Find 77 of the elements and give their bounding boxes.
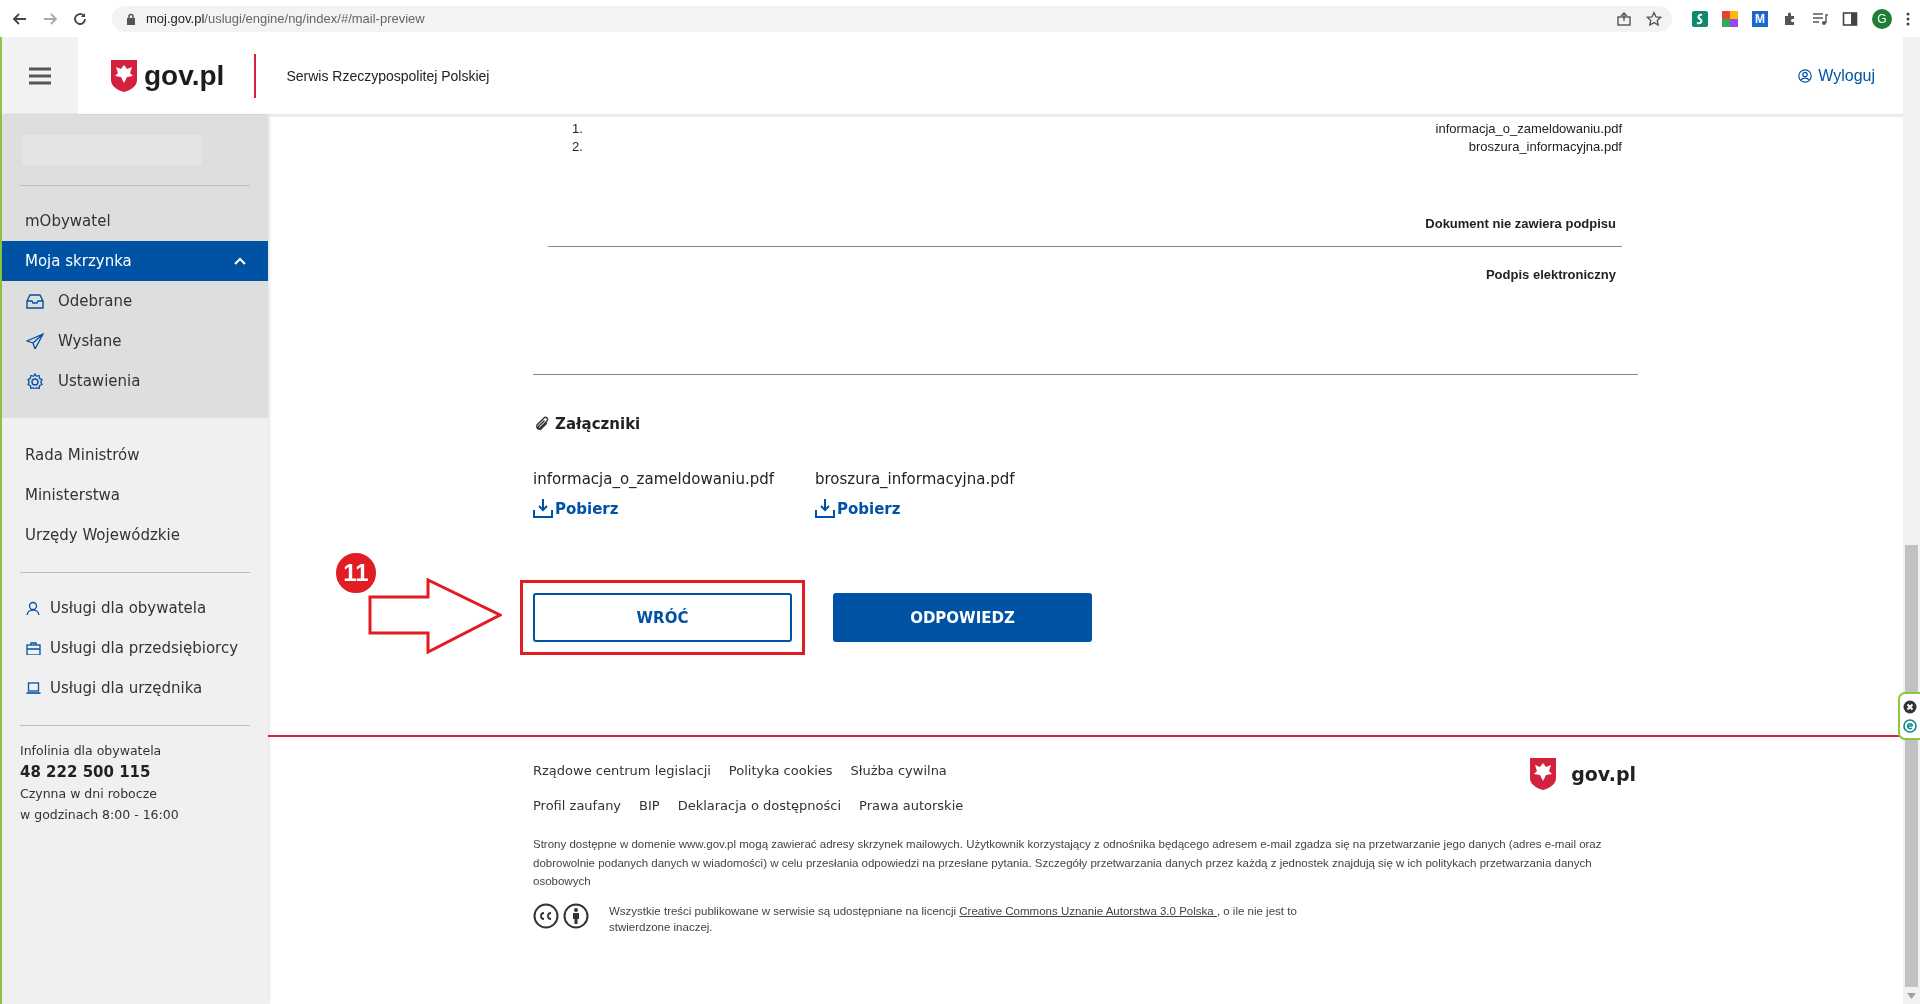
attachments-title: Załączniki bbox=[555, 415, 641, 433]
logo-text[interactable]: gov.pl bbox=[144, 59, 225, 92]
download-link[interactable]: Pobierz bbox=[815, 498, 901, 518]
helpline-phone: 48 222 500 115 bbox=[19, 762, 152, 783]
file-name: broszura_informacyjna.pdf bbox=[815, 469, 1016, 490]
side-panel-icon[interactable] bbox=[1842, 10, 1858, 27]
step-badge: 11 bbox=[334, 551, 378, 595]
sidebar-item[interactable]: mObywatel bbox=[2, 201, 268, 241]
person-icon bbox=[26, 601, 42, 615]
forward-icon bbox=[42, 10, 58, 27]
playlist-icon[interactable] bbox=[1812, 10, 1828, 27]
sidebar-subitem[interactable]: Wysłane bbox=[2, 321, 268, 361]
sidebar-link[interactable]: Ministerstwa bbox=[2, 475, 268, 515]
close-icon[interactable] bbox=[1903, 699, 1917, 714]
download-icon bbox=[533, 498, 553, 518]
inbox-icon bbox=[26, 293, 44, 309]
footer-link[interactable]: Deklaracja o dostępności bbox=[677, 798, 842, 813]
extension-icon[interactable] bbox=[1692, 10, 1708, 27]
download-icon bbox=[815, 498, 835, 518]
helpline-hours: Czynna w dni robocze bbox=[19, 785, 158, 803]
list-number: 2. bbox=[572, 138, 583, 156]
paperclip-icon bbox=[533, 415, 551, 433]
license-text: Wszystkie treści publikowane w serwisie są udostępniane na licencji Creative Commons Uznanie Autorstwa 3.0 Polska , o ile nie jest to stwierdzone inaczej. bbox=[609, 903, 1298, 935]
circle-logo-icon[interactable] bbox=[1903, 718, 1917, 733]
settings-icon bbox=[26, 373, 44, 389]
emblem-icon bbox=[1529, 757, 1558, 791]
file-name: informacja_o_zameldowaniu.pdf bbox=[533, 469, 776, 490]
emblem-icon bbox=[110, 58, 138, 93]
signature-status: Dokument nie zawiera podpisu bbox=[548, 215, 1622, 247]
address-bar[interactable]: moj.gov.pl/uslugi/engine/ng/index/#/mail-preview bbox=[112, 5, 1672, 32]
footer-link[interactable]: Profil zaufany bbox=[533, 798, 622, 813]
lock-icon bbox=[126, 12, 136, 25]
footer-link[interactable]: Prawa autorskie bbox=[859, 798, 964, 813]
footer-link[interactable]: Służba cywilna bbox=[850, 763, 947, 778]
paper-plane-icon bbox=[26, 333, 44, 349]
footer-link[interactable]: Rządowe centrum legislacji bbox=[533, 763, 711, 778]
extension-widget[interactable] bbox=[1898, 692, 1920, 740]
briefcase-icon bbox=[26, 641, 42, 655]
sidebar-link[interactable]: Usługi dla obywatela bbox=[2, 588, 268, 628]
extension-icon[interactable] bbox=[1722, 10, 1738, 27]
profile-avatar[interactable]: G bbox=[1872, 8, 1892, 29]
footer-link[interactable]: BIP bbox=[639, 798, 660, 813]
sidebar-subitem[interactable]: Odebrane bbox=[2, 281, 268, 321]
list-number: 1. bbox=[572, 120, 583, 138]
sidebar-item[interactable]: Moja skrzynka bbox=[2, 241, 268, 281]
helpline-title: Infolinia dla obywatela bbox=[19, 742, 163, 760]
footer-link[interactable]: Polityka cookies bbox=[728, 763, 833, 778]
license-link[interactable]: Creative Commons Uznanie Autorstwa 3.0 Polska bbox=[959, 904, 1217, 917]
disclaimer-text: Strony dostępne w domenie www.gov.pl mogą zawierać adresy skrzynek mailowych. Użytkownik korzystający z odnośnika będącego adresem e-mail zgadza się na przetwarzanie jego danych (adres e-mail oraz dobrowolnie podanych danych w wiadomości) w celu przesłania odpowiedzi na przesłane pytania. Szczegóły przetwarzania danych przez każdą z jednostek znajdują się w ich politykach przetwarzania danych osobowych bbox=[533, 837, 1603, 889]
signature-heading: Podpis elektroniczny bbox=[1484, 266, 1617, 284]
attribution-icon bbox=[563, 902, 589, 929]
license-icon bbox=[533, 902, 559, 929]
sidebar-link[interactable]: Usługi dla urzędnika bbox=[2, 668, 268, 708]
reply-button[interactable]: ODPOWIEDZ bbox=[833, 593, 1092, 642]
arrow-icon bbox=[368, 578, 502, 654]
more-icon[interactable] bbox=[1906, 10, 1910, 27]
sidebar-link[interactable]: Rada Ministrów bbox=[2, 435, 268, 475]
attachment-name: informacja_o_zameldowaniu.pdf bbox=[1435, 120, 1622, 138]
star-icon[interactable] bbox=[1646, 10, 1662, 27]
sidebar-link[interactable]: Urzędy Wojewódzkie bbox=[2, 515, 268, 555]
download-link[interactable]: Pobierz bbox=[533, 498, 619, 518]
menu-icon[interactable] bbox=[29, 66, 51, 85]
extension-button[interactable]: M bbox=[1752, 10, 1768, 27]
url-text: moj.gov.pl/uslugi/engine/ng/index/#/mail-preview bbox=[146, 11, 426, 26]
back-icon[interactable] bbox=[12, 10, 28, 27]
logout-link[interactable]: Wyloguj bbox=[1798, 66, 1875, 85]
laptop-icon bbox=[26, 681, 42, 695]
sidebar-subitem[interactable]: Ustawienia bbox=[2, 361, 268, 401]
back-button[interactable]: WRÓĆ bbox=[533, 593, 792, 642]
logo-text[interactable]: gov.pl bbox=[1571, 763, 1636, 785]
helpline-hours: w godzinach 8:00 - 16:00 bbox=[19, 806, 180, 824]
service-name: Serwis Rzeczypospolitej Polskiej bbox=[254, 53, 490, 98]
reload-icon[interactable] bbox=[72, 10, 88, 27]
sidebar-link[interactable]: Usługi dla przedsiębiorcy bbox=[2, 628, 268, 668]
share-icon[interactable] bbox=[1616, 10, 1632, 27]
attachment-name: broszura_informacyjna.pdf bbox=[1468, 138, 1622, 156]
user-icon bbox=[1798, 68, 1813, 83]
